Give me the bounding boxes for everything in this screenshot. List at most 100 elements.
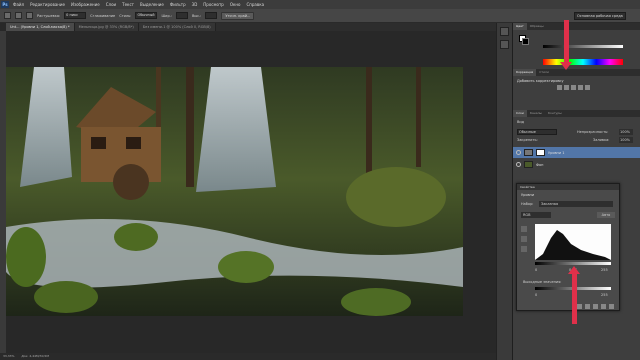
mask-thumbnail[interactable]: [536, 149, 545, 156]
menu-view[interactable]: Просмотр: [200, 2, 227, 7]
adjustments-panel-tabs: Коррекция Стили: [513, 69, 640, 76]
menu-layers[interactable]: Слои: [103, 2, 119, 7]
levels-icon[interactable]: [564, 85, 569, 90]
preset-select[interactable]: Заказная: [539, 201, 613, 207]
visibility-eye-icon[interactable]: [516, 150, 521, 155]
refine-edge-button[interactable]: Уточн. край...: [221, 11, 255, 20]
histogram: [535, 224, 611, 260]
canvas-image[interactable]: [6, 67, 463, 316]
doc-size: Док: 4,44M/30,5M: [21, 354, 49, 358]
options-bar: Растушевка: 0 пикс Сглаживание Стиль: Об…: [0, 9, 640, 23]
annotation-arrow-top: [564, 20, 569, 65]
menu-type[interactable]: Текст: [119, 2, 137, 7]
new-selection-icon[interactable]: [15, 12, 22, 19]
menu-image[interactable]: Изображение: [68, 2, 103, 7]
visibility-eye-icon[interactable]: [516, 162, 521, 167]
properties-title[interactable]: Свойства: [517, 184, 619, 190]
output-white[interactable]: 255: [601, 293, 608, 297]
height-input[interactable]: [205, 12, 218, 19]
workspace-select[interactable]: Основная рабочая среда: [574, 12, 626, 20]
layers-panel-tabs: Слои Каналы Контуры: [513, 110, 640, 117]
tab-document-3[interactable]: Без имени-1 @ 100% (Слой 0, RGB/8): [138, 23, 216, 31]
properties-icon[interactable]: [500, 40, 509, 49]
tab-document-2[interactable]: Мельница.jpg @ 33% (RGB/8*): [74, 23, 139, 31]
annotation-arrowhead-top: [560, 62, 572, 70]
opacity-label: Непрозрачность:: [577, 130, 609, 134]
levels-thumbnail: [524, 149, 533, 156]
eyedropper-gray-icon[interactable]: [521, 236, 527, 242]
output-black[interactable]: 0: [535, 293, 537, 297]
status-bar: 33,33% Док: 4,44M/30,5M: [0, 353, 496, 360]
clip-layer-icon[interactable]: [577, 304, 582, 309]
add-selection-icon[interactable]: [26, 12, 33, 19]
layer-row-background[interactable]: Фон: [513, 159, 640, 170]
eyedropper-white-icon[interactable]: [521, 246, 527, 252]
style-label: Стиль:: [119, 13, 132, 18]
color-spectrum[interactable]: [543, 59, 623, 65]
channel-select[interactable]: RGB: [521, 212, 551, 218]
watermill-photo: [6, 67, 463, 316]
tab-channels[interactable]: Каналы: [527, 110, 545, 117]
lock-label: Закрепить:: [517, 138, 538, 142]
annotation-arrow-bottom: [572, 272, 577, 324]
annotation-arrowhead-bottom: [568, 266, 580, 274]
panel-dock: [496, 23, 512, 360]
layer-kind-filter[interactable]: Вид: [517, 120, 524, 124]
menu-select[interactable]: Выделение: [137, 2, 167, 7]
history-icon[interactable]: [500, 27, 509, 36]
opacity-input[interactable]: 100%: [619, 129, 633, 135]
menu-edit[interactable]: Редактирование: [27, 2, 68, 7]
tab-swatches[interactable]: Образцы: [527, 23, 547, 30]
style-select[interactable]: Обычный: [135, 12, 158, 19]
adjustments-title: Добавить корректировку: [517, 79, 564, 83]
eyedropper-black-icon[interactable]: [521, 226, 527, 232]
input-levels-slider[interactable]: [535, 262, 611, 265]
menu-file[interactable]: Файл: [10, 2, 27, 7]
output-label: Выходные значения:: [523, 280, 562, 284]
trash-icon[interactable]: [609, 304, 614, 309]
visibility-icon[interactable]: [601, 304, 606, 309]
vibrance-icon[interactable]: [585, 85, 590, 90]
antialias-checkbox[interactable]: Сглаживание: [90, 14, 115, 18]
menu-window[interactable]: Окно: [227, 2, 244, 7]
fill-input[interactable]: 100%: [619, 137, 633, 143]
width-label: Шир.:: [161, 13, 172, 18]
document-tabs: Unt... (Уровни 1, Слой-маска/8) * Мельни…: [6, 23, 496, 31]
exposure-icon[interactable]: [578, 85, 583, 90]
reset-icon[interactable]: [593, 304, 598, 309]
ps-logo-icon: Ps: [1, 1, 9, 8]
feather-input[interactable]: 0 пикс: [64, 12, 87, 19]
tab-adjustments[interactable]: Коррекция: [513, 69, 537, 76]
tab-color[interactable]: Цвет: [513, 23, 527, 30]
background-swatch[interactable]: [522, 38, 529, 45]
menu-filter[interactable]: Фильтр: [167, 2, 189, 7]
adjustment-icons: [557, 85, 590, 90]
menu-bar: Ps Файл Редактирование Изображение Слои …: [0, 0, 640, 9]
view-previous-icon[interactable]: [585, 304, 590, 309]
layer-row-levels[interactable]: Уровни 1: [513, 147, 640, 158]
input-white[interactable]: 255: [601, 268, 608, 272]
properties-panel: Свойства Уровни Набор: Заказная RGB Авто…: [516, 183, 620, 311]
brightness-icon[interactable]: [557, 85, 562, 90]
input-black[interactable]: 0: [535, 268, 537, 272]
height-label: Выс.:: [191, 13, 202, 18]
layer-name: Фон: [536, 162, 544, 167]
zoom-level[interactable]: 33,33%: [3, 354, 14, 358]
tab-document-1[interactable]: Unt... (Уровни 1, Слой-маска/8) *: [6, 23, 75, 31]
width-input[interactable]: [175, 12, 188, 19]
auto-button[interactable]: Авто: [597, 212, 615, 218]
layer-name: Уровни 1: [548, 150, 565, 155]
tab-layers[interactable]: Слои: [513, 110, 527, 117]
menu-help[interactable]: Справка: [243, 2, 267, 7]
tab-styles[interactable]: Стили: [536, 69, 552, 76]
adjustment-name: Уровни: [521, 193, 535, 197]
menu-3d[interactable]: 3D: [189, 2, 201, 7]
blend-mode-select[interactable]: Обычные: [517, 129, 557, 135]
color-slider[interactable]: [543, 45, 623, 48]
canvas-area: [6, 31, 496, 353]
tab-paths[interactable]: Контуры: [545, 110, 565, 117]
properties-footer: [577, 304, 614, 309]
marquee-tool-icon[interactable]: [4, 12, 11, 19]
photoshop-window: Ps Файл Редактирование Изображение Слои …: [0, 0, 640, 360]
curves-icon[interactable]: [571, 85, 576, 90]
